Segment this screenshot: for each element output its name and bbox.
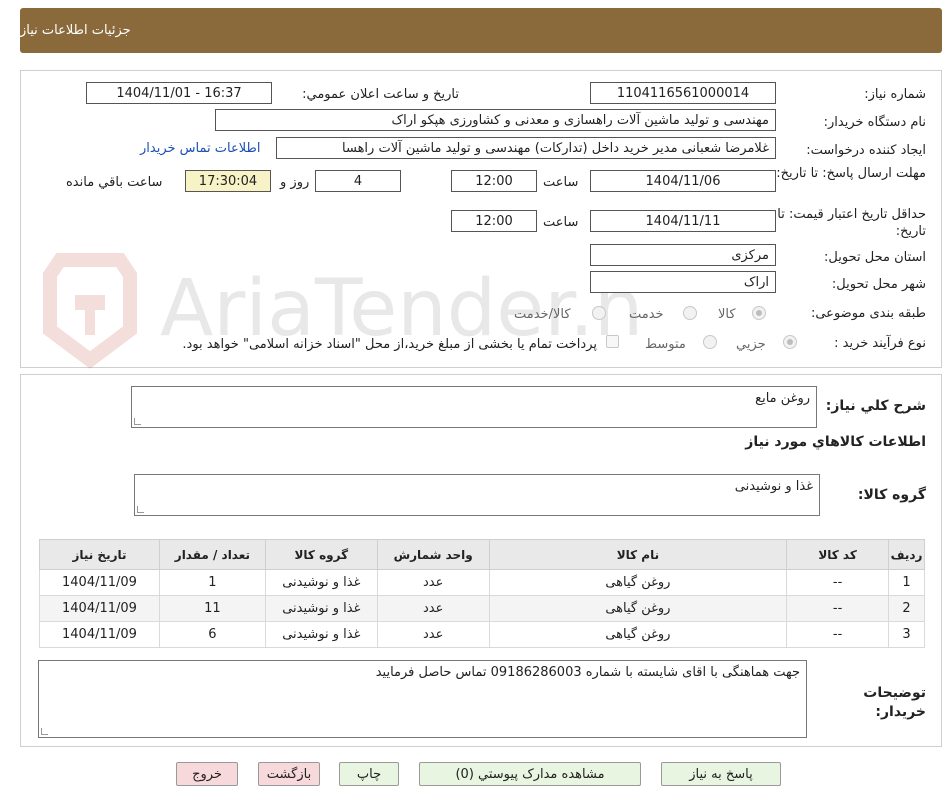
buyer-label: نام دستگاه خریدار:: [823, 115, 926, 130]
col-header-row: رديف: [888, 539, 925, 570]
resize-handle-icon[interactable]: [134, 418, 141, 425]
validity-time-field: 12:00: [451, 210, 537, 232]
buyer-contact-link[interactable]: اطلاعات تماس خریدار: [140, 141, 260, 156]
summary-text: روغن مایع: [755, 391, 810, 406]
process-radio-minor[interactable]: [783, 335, 797, 349]
creator-field: غلامرضا شعبانی مدیر خرید داخل (تداركات) …: [276, 137, 776, 159]
category-radio-goods[interactable]: [752, 306, 766, 320]
view-attachments-button[interactable]: مشاهده مدارک پيوستي (0): [419, 762, 641, 786]
goods-table-header: رديف کد کالا نام کالا واحد شمارش گروه کا…: [39, 539, 925, 570]
cell-name: روغن گیاهی: [488, 595, 788, 622]
process-label: نوع فرآیند خرید :: [834, 336, 926, 351]
category-option-goods: کالا: [718, 307, 736, 322]
table-row: 2 -- روغن گیاهی عدد غذا و نوشیدنی 11 140…: [39, 595, 925, 622]
goods-group-text: غذا و نوشیدنی: [734, 479, 813, 494]
cell-name: روغن گیاهی: [488, 621, 788, 648]
cell-group: غذا و نوشیدنی: [264, 569, 378, 596]
col-header-date: تاريخ نياز: [39, 539, 160, 570]
col-header-unit: واحد شمارش: [376, 539, 490, 570]
cell-unit: عدد: [376, 595, 490, 622]
days-label: روز و: [280, 175, 310, 190]
cell-unit: عدد: [376, 569, 490, 596]
page-header: جزئیات اطلاعات نیاز: [20, 8, 942, 53]
goods-group-textarea[interactable]: غذا و نوشیدنی: [134, 474, 820, 516]
cell-group: غذا و نوشیدنی: [264, 595, 378, 622]
category-radio-goods-service[interactable]: [592, 306, 606, 320]
table-row: 1 -- روغن گیاهی عدد غذا و نوشیدنی 1 1404…: [39, 569, 925, 596]
goods-info-title: اطلاعات کالاهاي مورد نياز: [745, 434, 926, 450]
need-number-field: 1104116561000014: [590, 82, 776, 104]
goods-table-wrap: رديف کد کالا نام کالا واحد شمارش گروه کا…: [39, 539, 925, 648]
province-field: مرکزی: [590, 244, 776, 266]
col-header-quantity: تعداد / مقدار: [158, 539, 266, 570]
exit-button[interactable]: خروج: [176, 762, 238, 786]
send-time-label: ساعت: [543, 175, 579, 190]
summary-textarea[interactable]: روغن مایع: [131, 386, 817, 428]
process-option-medium: متوسط: [645, 337, 686, 352]
cell-code: --: [786, 621, 890, 648]
resize-handle-icon[interactable]: [41, 728, 48, 735]
col-header-code: کد کالا: [786, 539, 890, 570]
buyer-notes-text: جهت هماهنگی با اقای شایسته با شماره 0918…: [375, 665, 800, 680]
remaining-time-label: ساعت باقي مانده: [66, 175, 163, 190]
announce-field: 1404/11/01 - 16:37: [86, 82, 272, 104]
cell-date: 1404/11/09: [39, 621, 160, 648]
cell-name: روغن گیاهی: [488, 569, 788, 596]
days-remaining-field: 4: [315, 170, 401, 192]
goods-group-label: گروه کالا:: [857, 487, 926, 503]
buyer-notes-label: توضیحات خریدار:: [863, 685, 926, 720]
category-option-goods-service: کالا/خدمت: [514, 307, 571, 322]
cell-date: 1404/11/09: [39, 595, 160, 622]
send-deadline-label: مهلت ارسال پاسخ: تا تاریخ:: [776, 166, 926, 181]
col-header-group: گروه کالا: [264, 539, 378, 570]
print-button[interactable]: چاپ: [339, 762, 399, 786]
cell-date: 1404/11/09: [39, 569, 160, 596]
city-field: اراک: [590, 271, 776, 293]
cell-unit: عدد: [376, 621, 490, 648]
validity-label: حداقل تاریخ اعتبار قیمت: تا تاریخ:: [777, 207, 926, 239]
treasury-payment-checkbox[interactable]: [606, 335, 619, 348]
cell-row: 2: [888, 595, 925, 622]
cell-quantity: 11: [158, 595, 266, 622]
remaining-time-field: 17:30:04: [185, 170, 271, 192]
creator-label: ايجاد کننده درخواست:: [806, 143, 926, 158]
table-row: 3 -- روغن گیاهی عدد غذا و نوشیدنی 6 1404…: [39, 621, 925, 648]
send-time-field: 12:00: [451, 170, 537, 192]
treasury-payment-note: پرداخت تمام یا بخشی از مبلغ خرید،از محل …: [182, 337, 597, 352]
validity-date-field: 1404/11/11: [590, 210, 776, 232]
goods-table: رديف کد کالا نام کالا واحد شمارش گروه کا…: [39, 539, 925, 648]
province-label: استان محل تحویل:: [824, 250, 926, 265]
back-button[interactable]: بازگشت: [258, 762, 320, 786]
resize-handle-icon[interactable]: [137, 506, 144, 513]
cell-quantity: 1: [158, 569, 266, 596]
reply-button[interactable]: پاسخ به نياز: [661, 762, 781, 786]
cell-code: --: [786, 595, 890, 622]
page-title: جزئیات اطلاعات نیاز: [20, 23, 131, 38]
announce-label: تاریخ و ساعت اعلان عمومي:: [302, 87, 459, 102]
summary-label: شرح كلي نياز:: [825, 398, 926, 414]
category-option-service: خدمت: [629, 307, 664, 322]
col-header-name: نام کالا: [488, 539, 788, 570]
need-number-label: شماره نیاز:: [864, 87, 926, 102]
cell-row: 3: [888, 621, 925, 648]
process-option-minor: جزیي: [736, 337, 766, 352]
send-date-field: 1404/11/06: [590, 170, 776, 192]
buyer-notes-textarea[interactable]: جهت هماهنگی با اقای شایسته با شماره 0918…: [38, 660, 807, 738]
process-radio-medium[interactable]: [703, 335, 717, 349]
city-label: شهر محل تحویل:: [831, 277, 926, 292]
cell-row: 1: [888, 569, 925, 596]
cell-code: --: [786, 569, 890, 596]
buyer-field: مهندسی و تولید ماشین آلات راهسازی و معدن…: [215, 109, 776, 131]
category-label: طبقه بندی موضوعی:: [810, 306, 926, 321]
cell-quantity: 6: [158, 621, 266, 648]
validity-time-label: ساعت: [543, 215, 579, 230]
category-radio-service[interactable]: [683, 306, 697, 320]
cell-group: غذا و نوشیدنی: [264, 621, 378, 648]
